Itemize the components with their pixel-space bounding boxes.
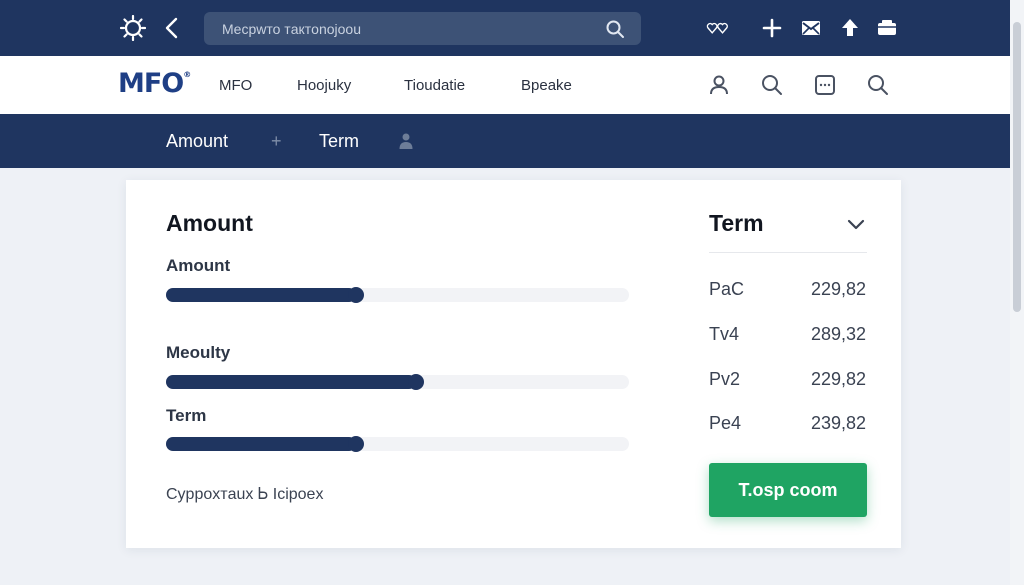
slider-handle[interactable]	[347, 436, 364, 452]
back-arrow-icon[interactable]	[160, 16, 184, 40]
term-row-value: 229,82	[810, 279, 866, 299]
term-row-value: 239,82	[810, 413, 866, 433]
nav-link-tioudatie[interactable]: Tioudatie	[404, 77, 465, 94]
top-bar	[0, 0, 1010, 56]
nav-link-bpeake[interactable]: Bpeake	[521, 77, 572, 94]
nav-bar: MFO® MFO Hoojuky Tioudatie Bpeake	[0, 56, 1010, 114]
search-input[interactable]	[222, 12, 602, 45]
nav-link-mfo[interactable]: MFO	[219, 77, 252, 94]
slider-meoulty[interactable]	[166, 374, 629, 390]
nav-link-hoojuky[interactable]: Hoojuky	[297, 77, 351, 94]
user-icon[interactable]	[707, 73, 731, 97]
chevron-down-icon[interactable]	[845, 213, 867, 235]
heart-icon[interactable]	[706, 17, 728, 39]
term-row-value: 289,32	[810, 324, 866, 344]
brand-logo[interactable]: MFO®	[118, 68, 191, 99]
term-row-key: Pv2	[709, 369, 741, 389]
slider-label-amount: Amount	[166, 256, 231, 275]
submit-button[interactable]: T.osp coom	[709, 463, 867, 517]
person-icon[interactable]	[398, 132, 414, 150]
card-title: Amount	[166, 210, 253, 236]
slider-fill	[166, 437, 356, 451]
upload-icon[interactable]	[839, 17, 861, 39]
scrollbar-thumb[interactable]	[1013, 22, 1021, 312]
slider-fill	[166, 375, 417, 389]
mail-icon[interactable]	[800, 17, 822, 39]
slider-label-meoulty: Meoulty	[166, 343, 231, 362]
term-row-key: PaC	[709, 279, 745, 299]
slider-label-term: Term	[166, 406, 207, 425]
term-row-value: 229,82	[810, 369, 866, 389]
sub-bar: Amount + Term	[0, 114, 1010, 168]
plus-icon[interactable]	[761, 17, 783, 39]
slider-amount[interactable]	[166, 287, 629, 303]
term-row-key: Tv4	[709, 324, 740, 344]
sun-icon[interactable]	[120, 15, 146, 41]
footnote-text: Cyppoxтaux Ꮟ Icipoex	[166, 486, 324, 503]
term-title: Term	[709, 210, 764, 236]
chat-icon[interactable]	[813, 73, 837, 97]
slider-fill	[166, 288, 356, 302]
search-icon[interactable]	[866, 73, 890, 97]
slider-term[interactable]	[166, 436, 629, 452]
tab-amount[interactable]: Amount	[166, 131, 228, 152]
search-icon[interactable]	[760, 73, 784, 97]
wallet-icon[interactable]	[876, 17, 898, 39]
slider-handle[interactable]	[347, 287, 364, 303]
tab-separator: +	[271, 131, 282, 151]
search-box	[204, 12, 641, 45]
term-row-key: Pe4	[709, 413, 742, 433]
slider-handle[interactable]	[408, 374, 425, 390]
search-icon[interactable]	[605, 19, 625, 39]
loan-calculator-card: Amount Amount Meoulty Term Cyppoxтaux Ꮟ …	[126, 180, 901, 548]
tab-term[interactable]: Term	[319, 131, 359, 152]
term-divider	[709, 252, 867, 253]
